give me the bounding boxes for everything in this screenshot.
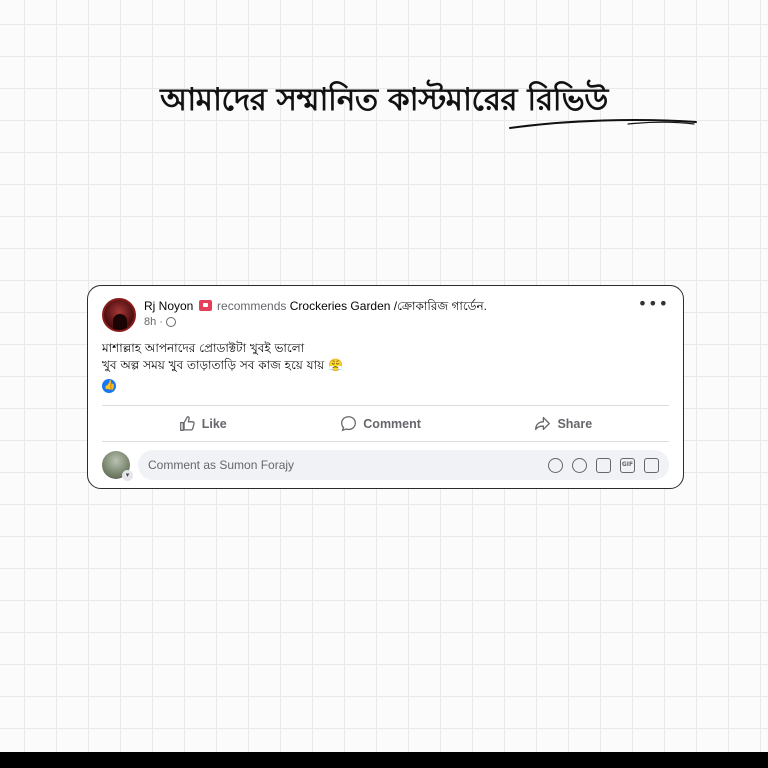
recommend-icon — [198, 300, 212, 311]
speech-bubble-icon — [341, 416, 357, 432]
post-text-line-1: মাশাল্লাহ আপনাদের প্রোডাক্টটা খুবই ভালো — [102, 341, 305, 355]
thumbs-up-icon — [179, 416, 195, 431]
comment-tools: GIF — [548, 457, 659, 473]
comment-button[interactable]: Comment — [340, 415, 421, 432]
share-button[interactable]: Share — [534, 415, 592, 432]
like-label: Like — [201, 416, 227, 431]
comment-row: ▾ Comment as Sumon Forajy GIF — [102, 450, 669, 481]
page-name-link[interactable]: Crockeries Garden /ক্রোকারিজ গার্ডেন. — [290, 299, 487, 313]
share-arrow-icon — [535, 416, 551, 431]
comment-input[interactable]: Comment as Sumon Forajy GIF — [138, 450, 669, 480]
chevron-down-icon[interactable]: ▾ — [122, 470, 133, 481]
comment-placeholder: Comment as Sumon Forajy — [148, 458, 295, 472]
gif-icon[interactable]: GIF — [620, 457, 635, 473]
post-text-line-2: খুব অল্প সময় খুব তাড়াতাড়ি সব কাজ হয়ে… — [102, 358, 343, 372]
post-header: Rj Noyon recommends Crockeries Garden /ক… — [102, 294, 669, 338]
like-reaction-icon[interactable] — [102, 378, 116, 395]
facebook-post-card: Rj Noyon recommends Crockeries Garden /ক… — [87, 285, 684, 489]
post-actions: Like Comment Share — [102, 405, 669, 442]
post-meta: 8h · — [144, 314, 638, 330]
bottom-bar — [0, 752, 768, 768]
avatar-sticker-icon[interactable] — [548, 457, 563, 473]
like-button[interactable]: Like — [179, 415, 227, 432]
headline-underline — [509, 119, 697, 129]
sticker-icon[interactable] — [644, 457, 659, 473]
emoji-icon[interactable] — [572, 457, 587, 473]
author-name[interactable]: Rj Noyon — [144, 299, 193, 313]
post-body: মাশাল্লাহ আপনাদের প্রোডাক্টটা খুবই ভালো … — [102, 340, 669, 398]
author-avatar[interactable] — [102, 298, 136, 332]
comment-label: Comment — [363, 416, 421, 431]
camera-icon[interactable] — [596, 457, 611, 473]
commenter-avatar[interactable]: ▾ — [102, 451, 133, 481]
globe-icon — [165, 317, 176, 327]
post-time[interactable]: 8h · — [144, 314, 163, 330]
recommends-label: recommends — [217, 299, 287, 313]
post-header-text: Rj Noyon recommends Crockeries Garden /ক… — [144, 298, 638, 330]
share-label: Share — [557, 416, 593, 431]
more-options-button[interactable]: ••• — [638, 294, 669, 313]
